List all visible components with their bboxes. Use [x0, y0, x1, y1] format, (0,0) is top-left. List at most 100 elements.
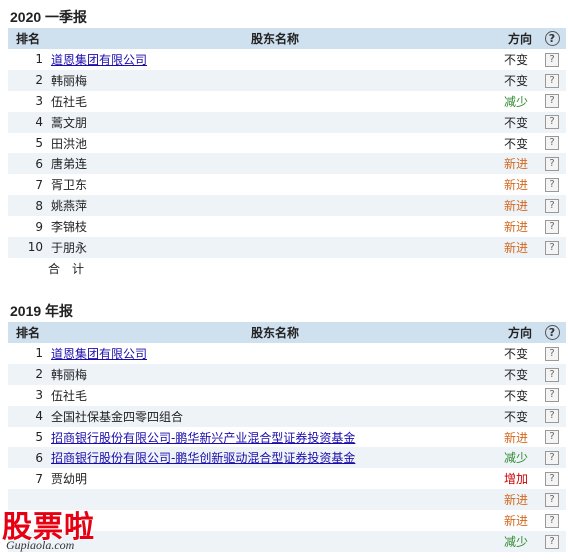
rank-cell: 1	[8, 49, 48, 70]
help-cell: ?	[538, 111, 566, 133]
rank-cell: 1	[8, 343, 48, 364]
rank-cell: 7	[8, 468, 48, 490]
direction-cell: 不变	[502, 384, 538, 406]
direction-cell: 不变	[502, 405, 538, 427]
rank-cell: 3	[8, 384, 48, 406]
shareholder-link[interactable]: 招商银行股份有限公司-鹏华新兴产业混合型证券投资基金	[51, 431, 355, 445]
help-icon[interactable]: ?	[545, 157, 559, 172]
direction-cell: 不变	[502, 132, 538, 154]
shareholder-link[interactable]: 招商银行股份有限公司-鹏华创新驱动混合型证券投资基金	[51, 451, 355, 465]
help-cell: ?	[538, 174, 566, 196]
shareholder-name-cell: 全国社保基金四零四组合	[48, 405, 502, 427]
help-icon[interactable]: ?	[545, 219, 559, 234]
table-row: 1 道恩集团有限公司 不变?	[8, 343, 566, 364]
direction-cell: 减少	[502, 90, 538, 112]
shareholder-link[interactable]: 道恩集团有限公司	[51, 53, 147, 67]
shareholder-name-cell: 姚燕萍	[48, 195, 502, 217]
help-icon[interactable]: ?	[545, 472, 559, 487]
shareholder-name-cell: 胥卫东	[48, 174, 502, 196]
help-icon[interactable]: ?	[545, 94, 559, 109]
help-cell: ?	[538, 237, 566, 258]
help-cell: ?	[538, 90, 566, 112]
rank-cell: 6	[8, 153, 48, 175]
shareholder-name-cell: 招商银行股份有限公司-鹏华创新驱动混合型证券投资基金	[48, 447, 502, 469]
help-circle-icon[interactable]: ?	[544, 325, 560, 340]
section-title: 2020 一季报	[10, 9, 88, 25]
help-icon[interactable]: ?	[545, 409, 559, 424]
table-header-row: 排名 股东名称 方向 ?	[8, 28, 566, 49]
shareholder-name-cell: 唐弟连	[48, 153, 502, 175]
help-cell: ?	[538, 132, 566, 154]
shareholder-name-cell: 于朋永	[48, 237, 502, 258]
help-icon[interactable]: ?	[545, 367, 559, 382]
table-row: 2 韩丽梅 不变?	[8, 363, 566, 385]
help-icon[interactable]: ?	[545, 240, 559, 255]
shareholder-link[interactable]: 道恩集团有限公司	[51, 347, 147, 361]
rank-cell: 5	[8, 426, 48, 448]
direction-cell: 新进	[502, 510, 538, 532]
help-cell: ?	[538, 216, 566, 238]
table-row: 8 姚燕萍 新进?	[8, 195, 566, 217]
total-rank-cell	[8, 257, 48, 279]
help-icon[interactable]: ?	[545, 430, 559, 445]
direction-cell: 不变	[502, 69, 538, 91]
help-icon[interactable]: ?	[545, 73, 559, 88]
table-row: 7 贾幼明 增加?	[8, 468, 566, 490]
table-row: 3 伍社毛 不变?	[8, 384, 566, 406]
rank-cell: 8	[8, 195, 48, 217]
total-help-cell	[538, 257, 566, 279]
help-header-cell: ?	[538, 322, 566, 343]
direction-cell: 新进	[502, 489, 538, 511]
table-row: 6 招商银行股份有限公司-鹏华创新驱动混合型证券投资基金 减少?	[8, 447, 566, 469]
help-icon[interactable]: ?	[545, 513, 559, 528]
direction-cell: 不变	[502, 111, 538, 133]
help-cell: ?	[538, 510, 566, 532]
table-header-row: 排名 股东名称 方向 ?	[8, 322, 566, 343]
section-title: 2019 年报	[10, 303, 74, 319]
help-cell: ?	[538, 343, 566, 364]
direction-cell: 不变	[502, 49, 538, 70]
shareholder-name-cell: 田洪池	[48, 132, 502, 154]
shareholder-name-cell: 伍社毛	[48, 384, 502, 406]
header-name: 股东名称	[48, 322, 502, 343]
total-row: 合 计	[8, 257, 566, 279]
help-cell: ?	[538, 69, 566, 91]
rank-cell: 9	[8, 216, 48, 238]
direction-cell: 新进	[502, 216, 538, 238]
help-icon[interactable]: ?	[545, 115, 559, 130]
help-icon[interactable]: ?	[545, 388, 559, 403]
watermark-en: Gupiaola.com	[6, 538, 75, 552]
direction-cell: 新进	[502, 426, 538, 448]
help-icon[interactable]: ?	[545, 136, 559, 151]
shareholder-name-cell: 韩丽梅	[48, 363, 502, 385]
rank-cell: 2	[8, 69, 48, 91]
direction-cell: 不变	[502, 343, 538, 364]
header-name: 股东名称	[48, 28, 502, 49]
table-row: 7 胥卫东 新进?	[8, 174, 566, 196]
rank-cell: 2	[8, 363, 48, 385]
direction-cell: 新进	[502, 174, 538, 196]
help-cell: ?	[538, 153, 566, 175]
total-direction-cell	[502, 257, 538, 279]
help-cell: ?	[538, 426, 566, 448]
help-icon[interactable]: ?	[545, 346, 559, 361]
help-cell: ?	[538, 531, 566, 552]
help-icon[interactable]: ?	[545, 534, 559, 549]
help-icon[interactable]: ?	[545, 198, 559, 213]
rank-cell: 3	[8, 90, 48, 112]
help-icon[interactable]: ?	[545, 492, 559, 507]
rank-cell: 5	[8, 132, 48, 154]
shareholder-name-cell: 伍社毛	[48, 90, 502, 112]
help-cell: ?	[538, 195, 566, 217]
help-circle-icon[interactable]: ?	[544, 31, 560, 46]
help-cell: ?	[538, 468, 566, 490]
help-header-cell: ?	[538, 28, 566, 49]
help-icon[interactable]: ?	[545, 52, 559, 67]
help-icon[interactable]: ?	[545, 451, 559, 466]
help-icon[interactable]: ?	[545, 178, 559, 193]
shareholder-name-cell: 道恩集团有限公司	[48, 343, 502, 364]
direction-cell: 新进	[502, 237, 538, 258]
rank-cell: 6	[8, 447, 48, 469]
shareholder-name-cell: 道恩集团有限公司	[48, 49, 502, 70]
shareholder-name-cell: 韩丽梅	[48, 69, 502, 91]
